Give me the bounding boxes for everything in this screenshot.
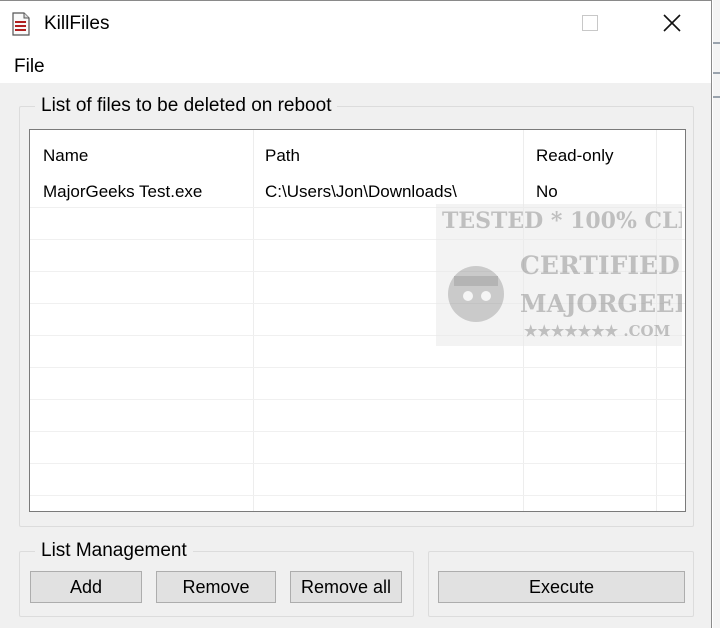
- minimize-button[interactable]: [495, 1, 559, 49]
- column-header-read-only[interactable]: Read-only: [536, 146, 614, 166]
- close-button[interactable]: [640, 1, 704, 49]
- close-icon: [663, 13, 681, 37]
- column-divider[interactable]: [253, 130, 254, 511]
- main-window: KillFiles File List of files to be delet…: [0, 0, 712, 628]
- read-only-cell: No: [536, 182, 558, 201]
- row-line: [30, 431, 685, 432]
- maximize-button[interactable]: [558, 1, 622, 49]
- background-window-edge-mark: [713, 72, 720, 74]
- file-icon: [12, 12, 30, 36]
- file-name-cell: MajorGeeks Test.exe: [43, 182, 203, 201]
- background-window-edge-mark: [713, 42, 720, 44]
- files-list[interactable]: Name Path Read-only MajorGeeks Test.exe …: [29, 129, 686, 512]
- column-header-name[interactable]: Name: [43, 146, 88, 166]
- list-management-label: List Management: [35, 540, 193, 562]
- watermark-line-3: MAJORGEEKS: [520, 289, 682, 318]
- watermark-line-2: CERTIFIED: [520, 251, 680, 280]
- menu-bar: File: [0, 49, 711, 83]
- execute-button[interactable]: Execute: [438, 571, 685, 603]
- majorgeeks-watermark: TESTED * 100% CLEAN CERTIFIED MAJORGEEKS…: [436, 204, 685, 346]
- maximize-icon: [582, 14, 598, 36]
- add-button[interactable]: Add: [30, 571, 142, 603]
- remove-button[interactable]: Remove: [156, 571, 276, 603]
- window-title: KillFiles: [44, 13, 110, 34]
- watermark-line-4: ★★★★★★★ .COM: [524, 322, 670, 340]
- row-line: [30, 463, 685, 464]
- background-window-edge: [713, 0, 720, 628]
- mascot-icon: [448, 266, 504, 322]
- watermark-line-1: TESTED * 100% CLEAN: [442, 208, 682, 234]
- row-line: [30, 495, 685, 496]
- column-header-path[interactable]: Path: [265, 146, 300, 166]
- row-line: [30, 399, 685, 400]
- menu-file[interactable]: File: [14, 56, 45, 78]
- file-path-cell: C:\Users\Jon\Downloads\: [265, 182, 457, 201]
- remove-all-button[interactable]: Remove all: [290, 571, 402, 603]
- row-line: [30, 367, 685, 368]
- title-bar[interactable]: KillFiles: [0, 1, 711, 49]
- files-group-label: List of files to be deleted on reboot: [35, 95, 338, 117]
- background-window-edge-mark: [713, 96, 720, 98]
